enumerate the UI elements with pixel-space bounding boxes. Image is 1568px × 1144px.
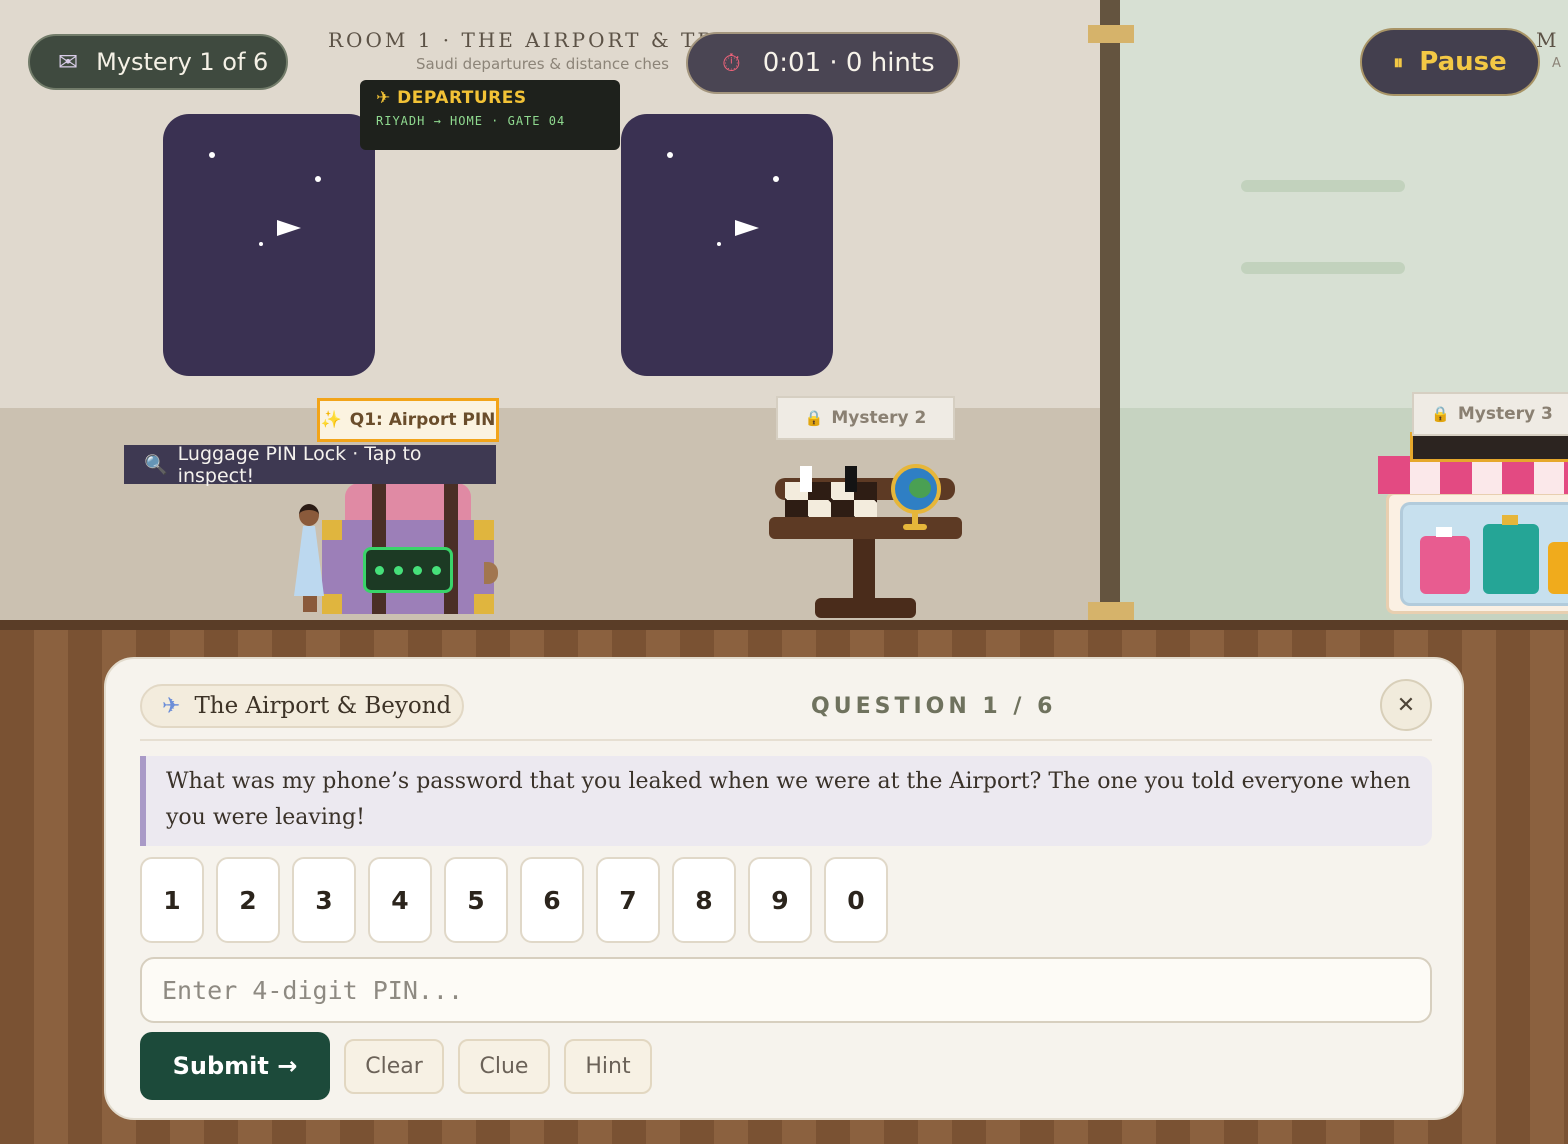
departures-board: ✈ DEPARTURES RIYADH → HOME · GATE 04 [360, 80, 620, 150]
jar[interactable] [1483, 524, 1539, 594]
key-9[interactable]: 9 [748, 857, 812, 943]
mystery-counter-label: Mystery 1 of 6 [96, 48, 269, 76]
lock-icon: 🔒 [804, 409, 824, 427]
pin-input[interactable] [140, 957, 1432, 1023]
q1-tag-label: Q1: Airport PIN [349, 410, 496, 430]
globe-icon[interactable] [891, 464, 941, 514]
star [315, 176, 321, 182]
airplane-silhouette [277, 220, 301, 236]
pause-label: Pause [1419, 47, 1507, 77]
key-8[interactable]: 8 [672, 857, 736, 943]
jar[interactable] [1420, 536, 1470, 594]
mystery-2-tag[interactable]: 🔒 Mystery 2 [776, 396, 955, 440]
airplane-icon: ✈ [376, 88, 391, 108]
luggage-corner [474, 594, 494, 614]
key-5[interactable]: 5 [444, 857, 508, 943]
key-6[interactable]: 6 [520, 857, 584, 943]
luggage-tag-label: Luggage PIN Lock · Tap to inspect! [177, 442, 422, 487]
room-divider-pillar [1100, 0, 1120, 622]
pause-button[interactable]: ⏸ Pause [1360, 28, 1540, 96]
room2-shelf [1241, 180, 1405, 192]
airplane-silhouette [735, 220, 759, 236]
lock-icon: 🔒 [1431, 405, 1450, 423]
envelope-icon: ✉ [58, 48, 79, 76]
departures-route: RIYADH → HOME · GATE 04 [376, 114, 566, 128]
sparkle-icon: ✨ [320, 410, 342, 430]
key-2[interactable]: 2 [216, 857, 280, 943]
room1-title: ROOM 1 · THE AIRPORT & TR [328, 28, 716, 52]
star [717, 242, 721, 246]
mystery-3-tag[interactable]: 🔒 Mystery 3 [1412, 392, 1568, 436]
key-0[interactable]: 0 [824, 857, 888, 943]
room1-floor [0, 408, 1100, 622]
jar-cap [1436, 527, 1452, 537]
hint-button[interactable]: Hint [564, 1039, 652, 1094]
clue-button[interactable]: Clue [458, 1039, 550, 1094]
luggage-pin-lock[interactable] [363, 547, 453, 593]
question-text: What was my phone’s password that you le… [166, 769, 1411, 830]
star [259, 242, 263, 246]
timer-label: 0:01 · 0 hints [762, 48, 935, 78]
clear-button[interactable]: Clear [344, 1039, 444, 1094]
departures-title: DEPARTURES [397, 88, 527, 108]
star [667, 152, 673, 158]
question-box: What was my phone’s password that you le… [140, 756, 1432, 846]
luggage-corner [322, 594, 342, 614]
submit-button[interactable]: Submit → [140, 1032, 330, 1100]
category-pill: ✈ The Airport & Beyond [140, 684, 464, 728]
key-7[interactable]: 7 [596, 857, 660, 943]
luggage-inspect-tag[interactable]: 🔍 Luggage PIN Lock · Tap to inspect! [124, 442, 496, 487]
pause-icon: ⏸ [1393, 50, 1404, 74]
character-legs [303, 596, 317, 612]
luggage-corner [474, 520, 494, 540]
pillar-bracket [1088, 25, 1134, 43]
mystery-3-label: Mystery 3 [1457, 404, 1553, 424]
key-1[interactable]: 1 [140, 857, 204, 943]
divider [140, 739, 1432, 741]
room2-shelf [1241, 262, 1405, 274]
timer-pill: ⏱ 0:01 · 0 hints [686, 32, 960, 94]
pillar-bracket [1088, 602, 1134, 620]
star [773, 176, 779, 182]
chess-board[interactable] [785, 482, 877, 518]
close-button[interactable]: ✕ [1380, 679, 1432, 731]
star [209, 152, 215, 158]
stopwatch-icon: ⏱ [722, 49, 741, 77]
chess-piece-black [845, 466, 857, 492]
room2-title: M 2 [1536, 28, 1568, 52]
question-counter: QUESTION 1 / 6 [811, 694, 1057, 719]
luggage-corner [322, 520, 342, 540]
category-label: The Airport & Beyond [194, 693, 452, 719]
airport-window-left [163, 114, 375, 376]
mystery-counter: ✉ Mystery 1 of 6 [28, 34, 288, 90]
question-modal: ✈ The Airport & Beyond QUESTION 1 / 6 ✕ … [104, 657, 1464, 1120]
pin-dot [432, 565, 441, 575]
shop-sign [1410, 432, 1568, 462]
room1-subtitle: Saudi departures & distance ches [416, 55, 669, 73]
table-foot [815, 598, 916, 618]
table-leg [853, 539, 875, 603]
key-4[interactable]: 4 [368, 857, 432, 943]
pin-dot [394, 565, 403, 575]
keypad: 1 2 3 4 5 6 7 8 9 0 [140, 857, 888, 943]
jar[interactable] [1548, 542, 1568, 594]
q1-airport-pin-tag[interactable]: ✨ Q1: Airport PIN [317, 398, 499, 442]
character-head [299, 504, 319, 526]
key-3[interactable]: 3 [292, 857, 356, 943]
room2-subtitle: A [1552, 56, 1561, 71]
globe-base [903, 524, 927, 530]
magnifier-icon: 🔍 [144, 454, 168, 476]
close-icon: ✕ [1396, 692, 1416, 718]
chess-piece-white [800, 466, 812, 492]
table-base [769, 517, 962, 539]
pin-dot [413, 565, 422, 575]
airport-window-right [621, 114, 833, 376]
airplane-icon: ✈ [162, 693, 181, 719]
jar-cap [1502, 515, 1518, 525]
pin-dot [375, 565, 384, 575]
mystery-2-label: Mystery 2 [831, 408, 927, 428]
